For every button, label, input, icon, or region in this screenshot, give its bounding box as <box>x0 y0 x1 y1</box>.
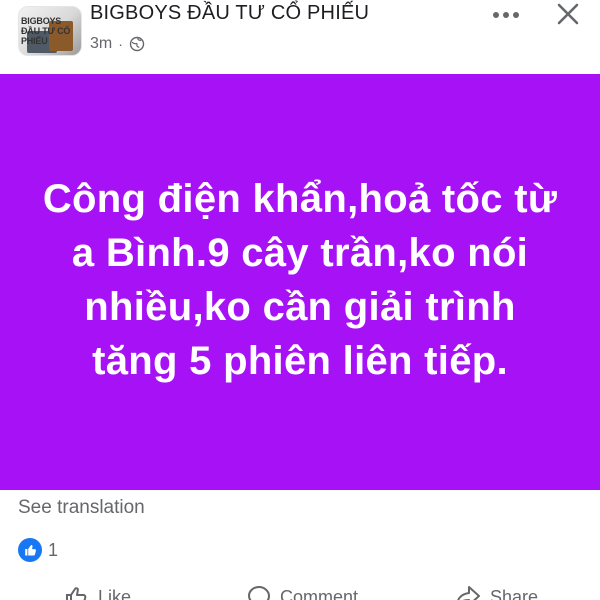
page-name[interactable]: BIGBOYS ĐẦU TƯ CỔ PHIẾU <box>90 2 369 25</box>
post-actions: Like Comment Share <box>0 580 600 600</box>
more-horizontal-icon <box>492 6 520 24</box>
avatar[interactable]: BIGBOYS ĐẦU TƯ CỔ PHIẾU <box>18 6 82 56</box>
like-label: Like <box>98 586 132 600</box>
see-translation-link[interactable]: See translation <box>18 497 145 519</box>
reaction-count: 1 <box>48 539 59 560</box>
facebook-post: BIGBOYS ĐẦU TƯ CỔ PHIẾU BIGBOYS ĐẦU TƯ C… <box>0 0 600 600</box>
like-button[interactable]: Like <box>64 584 131 600</box>
post-meta: 3m · <box>90 35 145 53</box>
close-button[interactable] <box>548 0 588 32</box>
post-content: Công điện khẩn,hoả tốc từ a Bình.9 cây t… <box>0 74 600 490</box>
reactions-summary[interactable]: 1 <box>18 538 58 562</box>
close-icon <box>556 2 580 31</box>
globe-icon[interactable] <box>129 36 145 52</box>
comment-icon <box>246 584 272 600</box>
share-icon <box>454 584 482 600</box>
share-label: Share <box>490 586 539 600</box>
meta-separator: · <box>118 36 123 52</box>
avatar-logo-text: BIGBOYS ĐẦU TƯ CỔ PHIẾU <box>21 16 71 46</box>
comment-label: Comment <box>280 586 359 600</box>
post-header: BIGBOYS ĐẦU TƯ CỔ PHIẾU BIGBOYS ĐẦU TƯ C… <box>0 0 600 74</box>
comment-button[interactable]: Comment <box>246 584 358 600</box>
like-reaction-icon <box>18 538 42 562</box>
post-text: Công điện khẩn,hoả tốc từ a Bình.9 cây t… <box>42 177 558 383</box>
share-button[interactable]: Share <box>454 584 538 600</box>
more-options-button[interactable] <box>486 0 526 30</box>
thumbs-up-icon <box>64 584 90 600</box>
post-time[interactable]: 3m <box>90 35 112 53</box>
